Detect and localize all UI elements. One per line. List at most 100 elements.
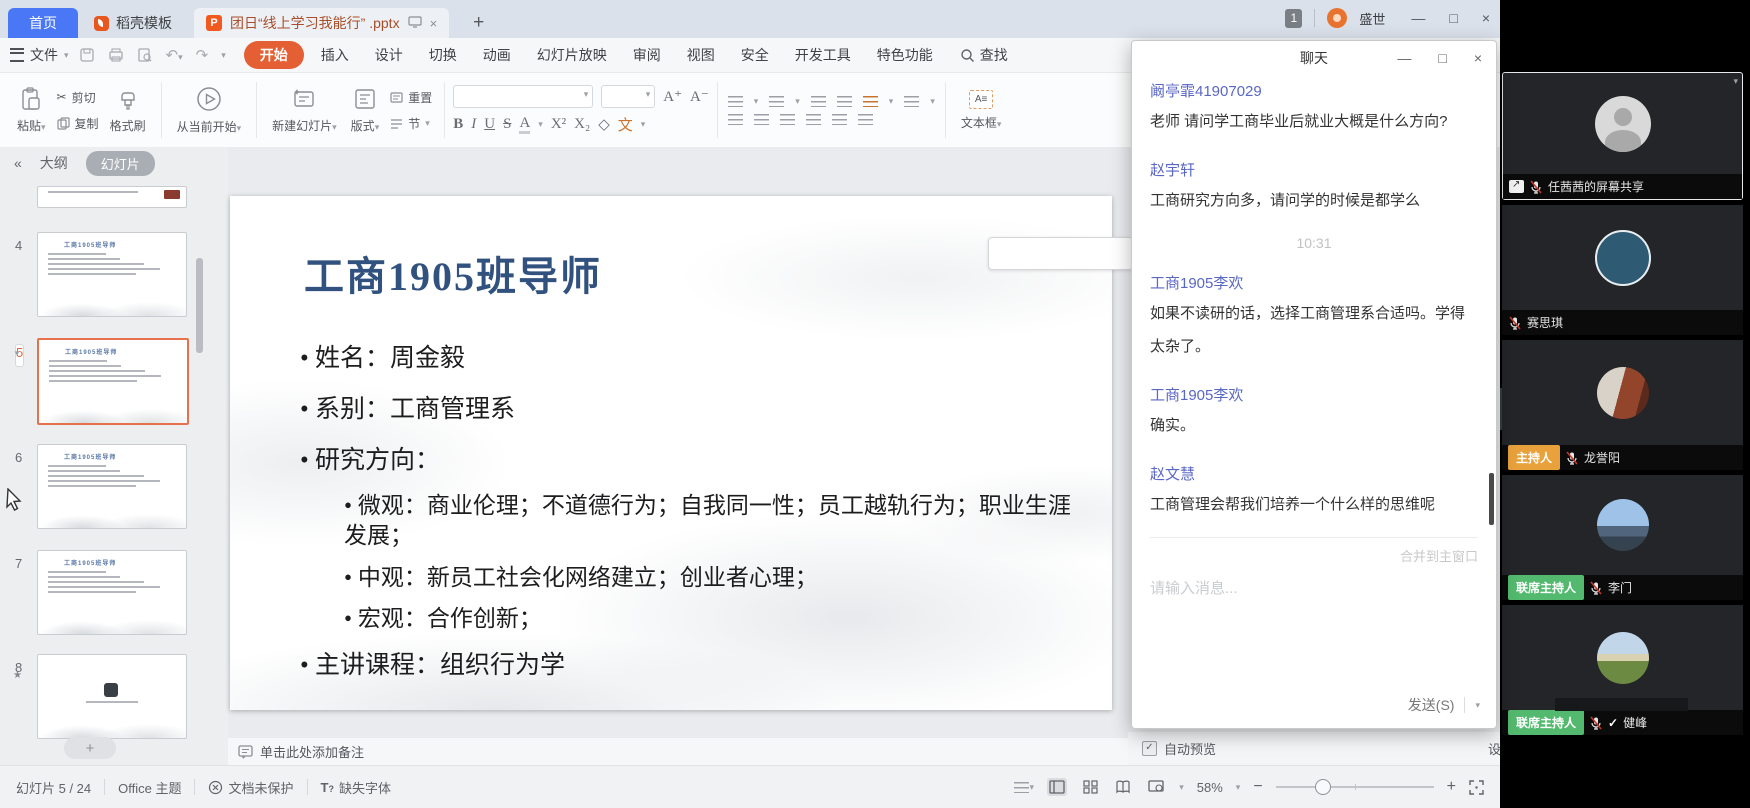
menu-tab-4[interactable]: 动画 <box>470 41 524 69</box>
menu-tab-8[interactable]: 安全 <box>728 41 782 69</box>
play-from-current-button[interactable]: 从当前开始▾ <box>170 85 249 135</box>
menu-tab-10[interactable]: 特色功能 <box>864 41 946 69</box>
text-direction-icon[interactable] <box>863 96 878 107</box>
align-center-icon[interactable] <box>754 114 769 125</box>
justify-icon[interactable] <box>806 114 821 125</box>
minimize-window-button[interactable]: — <box>1411 10 1425 26</box>
slide-thumbnail-8[interactable] <box>37 654 187 739</box>
slideshow-view-button[interactable] <box>1146 778 1166 796</box>
zoom-out-button[interactable]: − <box>1253 778 1262 796</box>
menu-tab-3[interactable]: 切换 <box>416 41 470 69</box>
send-button[interactable]: 发送(S) <box>1408 695 1455 715</box>
slide-title[interactable]: 工商1905班导师 <box>304 244 602 302</box>
send-options-caret[interactable]: ▾ <box>1475 700 1480 711</box>
menu-tab-6[interactable]: 审阅 <box>620 41 674 69</box>
slide-thumbnail-6[interactable]: 工商1905班导师 <box>37 444 187 529</box>
redo-icon[interactable]: ↷ <box>196 46 209 64</box>
line-spacing-icon[interactable] <box>904 96 919 107</box>
present-screen-icon[interactable] <box>408 16 422 31</box>
tab-home[interactable]: 首页 <box>8 8 78 38</box>
cut-button[interactable]: ✂剪切 <box>57 89 99 106</box>
file-menu[interactable]: 文件 ▾ <box>10 45 69 65</box>
slide-thumbnail-partial[interactable] <box>37 186 187 208</box>
clear-format-button[interactable]: ◇ <box>598 115 610 134</box>
zoom-level-caret[interactable]: ▾ <box>1236 782 1241 793</box>
task-pane-search-box[interactable] <box>988 237 1133 270</box>
font-name-select[interactable] <box>453 85 593 108</box>
auto-preview-checkbox[interactable]: ✓ <box>1142 741 1157 756</box>
normal-view-button[interactable] <box>1047 778 1067 796</box>
tab-template-store[interactable]: 稻壳模板 <box>78 8 188 38</box>
slide-thumbnail-4[interactable]: 工商1905班导师 <box>37 232 187 317</box>
textbox-button[interactable]: A≡ 文本框▾ <box>954 90 1009 131</box>
section-button[interactable]: 节▾ <box>390 115 432 132</box>
decrease-indent-icon[interactable] <box>811 96 826 107</box>
tab-outline[interactable]: 大纲 <box>40 153 68 173</box>
tab-document[interactable]: P 团日“线上学习我能行” .pptx × <box>194 8 449 38</box>
close-document-icon[interactable]: × <box>430 16 438 31</box>
font-size-select[interactable] <box>601 85 655 108</box>
chat-scrollbar[interactable] <box>1489 473 1494 525</box>
print-preview-icon[interactable] <box>137 47 153 63</box>
participant-tile-3[interactable]: 联席主持人李门 <box>1502 475 1743 600</box>
zoom-level[interactable]: 58% <box>1197 780 1223 795</box>
theme-name[interactable]: Office 主题 <box>118 778 181 797</box>
new-slide-button[interactable]: 新建幻灯片▾ <box>265 86 344 134</box>
tab-slides[interactable]: 幻灯片 <box>86 151 155 176</box>
shrink-font-button[interactable]: A⁻ <box>690 87 709 106</box>
layout-button[interactable]: 版式▾ <box>344 86 387 134</box>
subscript-button[interactable]: X₂ <box>574 116 590 133</box>
slide-sorter-view-button[interactable] <box>1080 778 1100 796</box>
participant-tile-1[interactable]: 赛思琪 <box>1502 205 1743 335</box>
zoom-options-caret[interactable]: ▾ <box>1179 782 1184 793</box>
menu-tab-0[interactable]: 开始 <box>244 41 304 69</box>
slide[interactable]: 工商1905班导师 姓名：周金毅系别：工商管理系研究方向：微观：商业伦理；不道德… <box>230 196 1112 710</box>
format-painter-button[interactable]: 格式刷 <box>103 86 153 134</box>
merge-to-main-link[interactable]: 合并到主窗口 <box>1150 546 1478 565</box>
account-avatar[interactable] <box>1327 8 1347 28</box>
italic-button[interactable]: I <box>471 116 476 133</box>
slide-thumbnail-5[interactable]: 工商1905班导师 <box>37 338 189 425</box>
participant-tile-2[interactable]: 主持人龙誉阳 <box>1502 340 1743 470</box>
reading-view-button[interactable] <box>1113 778 1133 796</box>
distribute-icon[interactable] <box>832 114 847 125</box>
menu-tab-1[interactable]: 插入 <box>308 41 362 69</box>
grow-font-button[interactable]: A⁺ <box>663 87 682 106</box>
menu-tab-9[interactable]: 开发工具 <box>782 41 864 69</box>
new-tab-button[interactable]: + <box>465 12 492 38</box>
align-left-icon[interactable] <box>728 114 743 125</box>
chat-close-button[interactable]: × <box>1474 50 1482 66</box>
chat-minimize-button[interactable]: — <box>1397 50 1411 66</box>
phonetic-guide-button[interactable]: 文 <box>618 114 633 135</box>
chat-message-list[interactable]: 阚亭霏41907029老师 请问学工商毕业后就业大概是什么方向?赵宇轩工商研究方… <box>1132 74 1496 682</box>
paste-button[interactable]: 粘贴▾ <box>10 86 53 134</box>
find-button[interactable]: 查找 <box>960 45 1008 65</box>
copy-button[interactable]: 复制 <box>57 115 99 132</box>
add-slide-button[interactable]: + <box>64 737 116 759</box>
collapse-sidebar-icon[interactable]: « <box>14 155 22 171</box>
participant-tile-0[interactable]: 任茜茜的屏幕共享 <box>1502 72 1743 200</box>
underline-button[interactable]: U <box>484 116 495 133</box>
zoom-slider[interactable] <box>1276 786 1434 788</box>
save-icon[interactable] <box>79 47 95 63</box>
chat-maximize-button[interactable]: □ <box>1438 50 1446 66</box>
participant-tile-4[interactable]: 联席主持人✓健峰 <box>1502 605 1743 735</box>
superscript-button[interactable]: X² <box>551 116 566 133</box>
undo-icon[interactable]: ↶▾ <box>166 46 183 64</box>
strikethrough-button[interactable]: S <box>503 116 511 133</box>
zoom-slider-knob[interactable] <box>1315 779 1331 795</box>
menu-tab-5[interactable]: 幻灯片放映 <box>524 41 620 69</box>
reset-button[interactable]: 重置 <box>390 89 432 106</box>
numbered-list-icon[interactable] <box>769 96 784 107</box>
chat-titlebar[interactable]: 聊天 — □ × <box>1132 41 1496 74</box>
bold-button[interactable]: B <box>453 116 463 133</box>
status-text-icon[interactable]: ▾ <box>1014 778 1034 796</box>
close-window-button[interactable]: × <box>1482 10 1490 26</box>
font-color-button[interactable]: A <box>519 116 530 134</box>
slide-body-text[interactable]: 姓名：周金毅系别：工商管理系研究方向：微观：商业伦理；不道德行为；自我同一性；员… <box>300 338 1090 696</box>
zoom-in-button[interactable]: + <box>1447 778 1456 796</box>
chat-input[interactable]: 请输入消息... <box>1150 577 1478 598</box>
fit-to-window-icon[interactable] <box>1469 780 1484 795</box>
print-icon[interactable] <box>108 47 124 63</box>
customize-toolbar-icon[interactable]: ▾ <box>221 50 226 61</box>
